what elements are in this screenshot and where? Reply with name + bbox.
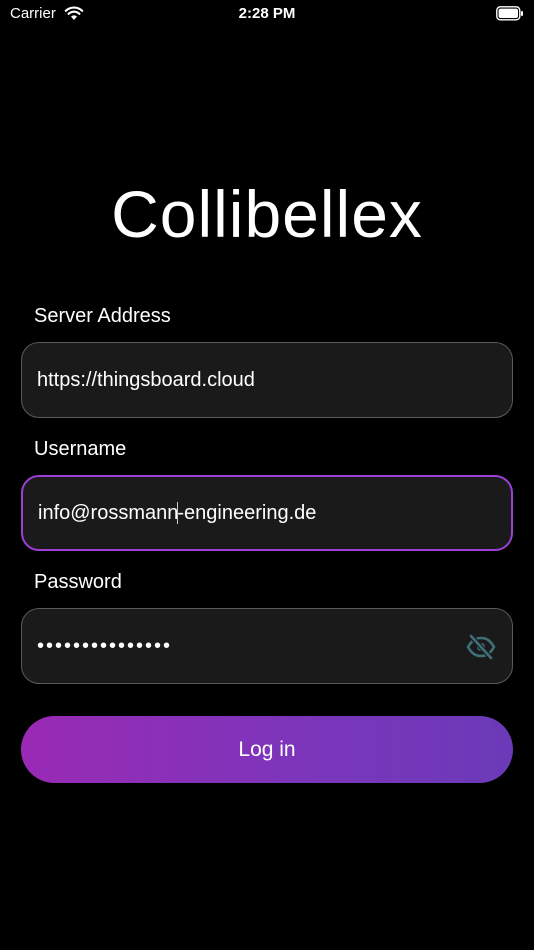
password-field[interactable]: ••••••••••••••• [21,608,513,684]
username-value: info@rossmann -engineering.de [38,477,316,549]
username-label: Username [34,438,127,460]
status-bar: Carrier 2:28 PM [0,0,534,28]
eye-slash-icon[interactable] [466,633,496,661]
server-address-label: Server Address [34,305,171,327]
server-address-field[interactable]: https://thingsboard.cloud [21,342,513,418]
login-button-label: Log in [238,737,296,761]
login-button[interactable]: Log in [21,716,513,783]
server-address-value: https://thingsboard.cloud [37,368,255,391]
username-text-before-caret: info@rossmann [38,501,179,524]
username-field[interactable]: info@rossmann -engineering.de [21,475,513,551]
battery-icon [496,6,523,21]
password-masked-value: ••••••••••••••• [37,634,173,657]
login-screen: Carrier 2:28 PM Collibellex Server Addre… [0,0,534,950]
username-text-after-caret: -engineering.de [177,501,317,524]
app-title: Collibellex [111,177,423,251]
clock: 2:28 PM [238,5,296,22]
password-label: Password [34,571,122,593]
